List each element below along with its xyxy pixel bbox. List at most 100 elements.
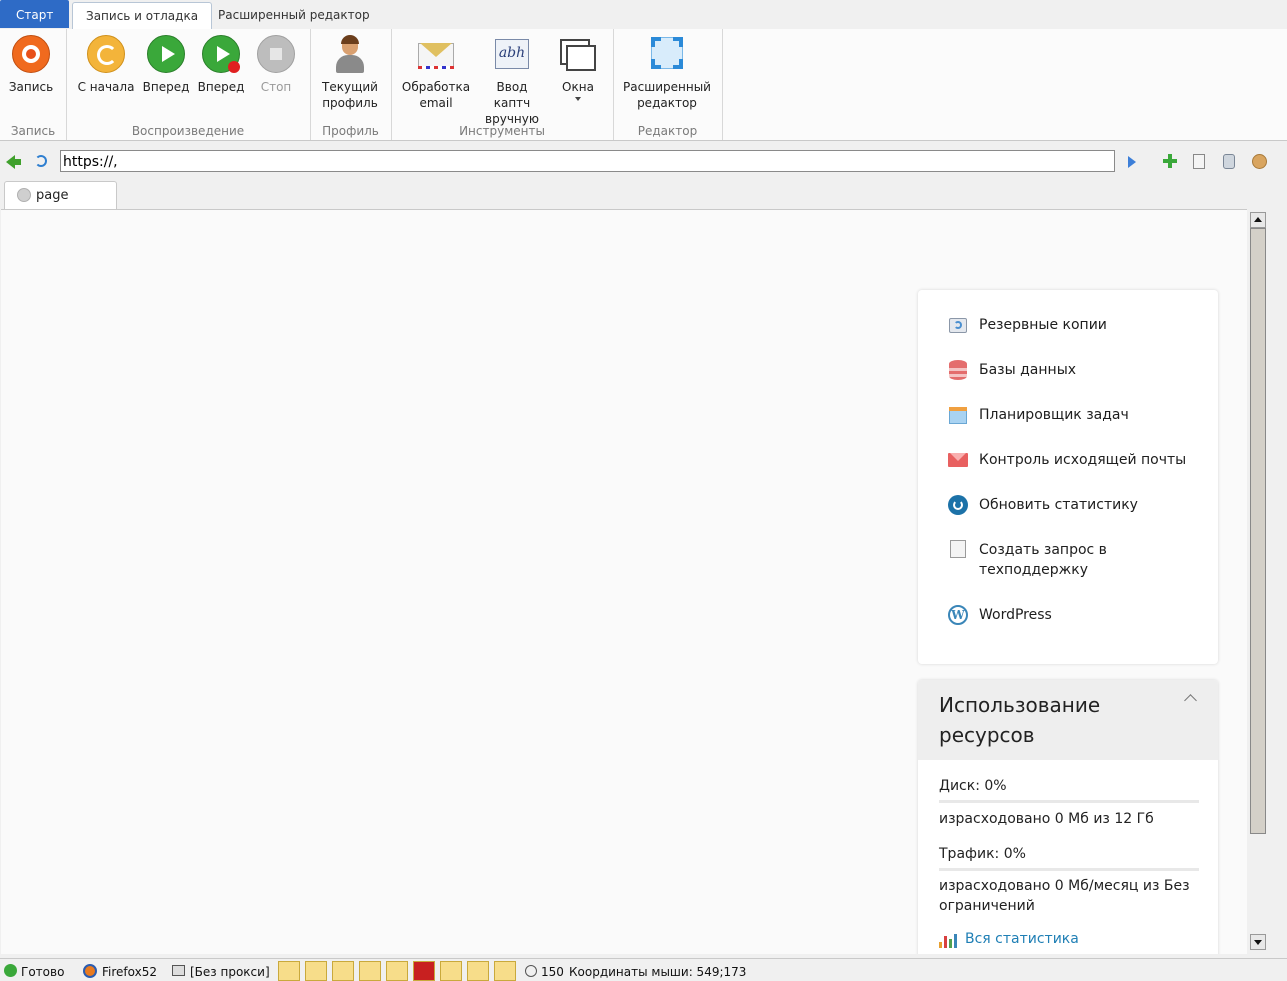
group-record: Запись Запись — [0, 29, 67, 140]
disk-used: израсходовано 0 Мб из 12 Гб — [939, 811, 1154, 827]
current-profile-label-2: профиль — [322, 96, 378, 110]
browser-viewport: Резервные копии Базы данных Планировщик … — [1, 209, 1247, 954]
chevron-up-icon[interactable] — [1184, 694, 1197, 707]
group-label-profile: Профиль — [322, 124, 379, 138]
status-ready: Готово — [21, 965, 65, 979]
group-editor: Расширенный редактор Редактор — [613, 29, 723, 140]
js-toggle-icon[interactable] — [386, 961, 408, 981]
support-icon — [948, 540, 968, 560]
refresh-icon[interactable] — [35, 155, 47, 167]
user-profile-icon — [330, 35, 370, 75]
ribbon-tabbar: Старт Запись и отладка Расширенный редак… — [0, 0, 1287, 30]
envelope-icon — [416, 35, 456, 75]
email-label-2: email — [419, 96, 453, 110]
popup-toggle-icon[interactable] — [440, 961, 462, 981]
current-profile-button[interactable]: Текущий профиль — [318, 35, 382, 111]
tab-start[interactable]: Старт — [0, 0, 70, 28]
calendar-icon — [948, 405, 968, 425]
record-button[interactable]: Запись — [5, 35, 57, 95]
storage-icon[interactable] — [1223, 154, 1235, 169]
restart-icon — [86, 35, 126, 75]
forward-button[interactable]: Вперед — [141, 35, 191, 95]
status-proxy[interactable]: [Без прокси] — [190, 964, 270, 980]
all-stats-link[interactable]: Вся статистика — [965, 931, 1079, 947]
vertical-scrollbar[interactable] — [1248, 210, 1268, 952]
menu-label-databases: Базы данных — [979, 362, 1077, 378]
menu-label-update-stats: Обновить статистику — [979, 497, 1138, 513]
windows-label: Окна — [562, 80, 594, 94]
css-toggle-icon[interactable] — [359, 961, 381, 981]
traffic-usage: Трафик: 0% — [939, 846, 1026, 862]
record-icon — [11, 35, 51, 75]
flash-toggle-icon[interactable] — [413, 961, 435, 981]
tab-advanced-editor[interactable]: Расширенный редактор — [205, 2, 383, 28]
group-profile: Текущий профиль Профиль — [310, 29, 392, 140]
forward-breakpoint-button[interactable]: Вперед — [196, 35, 246, 95]
page-source-icon[interactable] — [1193, 154, 1205, 169]
scroll-up-button[interactable] — [1250, 212, 1266, 228]
expand-icon — [647, 35, 687, 75]
frames-toggle-icon[interactable] — [305, 961, 327, 981]
backup-icon — [948, 315, 968, 335]
status-mouse-coords: Координаты мыши: 549;173 — [569, 965, 747, 979]
images-toggle-icon[interactable] — [278, 961, 300, 981]
play-icon — [146, 35, 186, 75]
tab-record-debug[interactable]: Запись и отладка — [72, 2, 213, 30]
mail-icon — [948, 450, 968, 470]
refresh-icon — [948, 495, 968, 515]
adv-editor-label-1: Расширенный — [623, 80, 711, 94]
chevron-down-icon — [575, 97, 581, 101]
menu-label-support: Создать запрос в техподдержку — [979, 542, 1107, 578]
ready-icon — [4, 964, 17, 977]
group-label-playback: Воспроизведение — [131, 124, 245, 138]
group-label-record: Запись — [10, 124, 56, 138]
email-processing-button[interactable]: Обработка email — [401, 35, 471, 111]
timer-icon — [525, 965, 537, 977]
resources-title: Использование ресурсов — [939, 693, 1101, 747]
back-arrow-tail — [14, 159, 21, 165]
windows-icon — [558, 35, 598, 75]
firefox-icon — [83, 964, 97, 978]
scroll-thumb[interactable] — [1250, 228, 1266, 834]
disk-progress — [939, 800, 1199, 803]
record-label: Запись — [8, 80, 54, 94]
scroll-down-button[interactable] — [1250, 934, 1266, 950]
forward-bp-label: Вперед — [197, 80, 245, 94]
from-start-button[interactable]: С начала — [76, 35, 136, 95]
stop-button[interactable]: Стоп — [251, 35, 301, 95]
java-toggle-icon[interactable] — [467, 961, 489, 981]
tab-page[interactable]: page — [4, 181, 117, 210]
group-label-tools: Инструменты — [459, 124, 545, 138]
from-start-label: С начала — [77, 80, 135, 94]
windows-dropdown-button[interactable]: Окна — [555, 35, 601, 101]
status-browser[interactable]: Firefox52 — [102, 964, 157, 980]
advanced-editor-button[interactable]: Расширенный редактор — [621, 35, 713, 111]
page-tab-label: page — [36, 188, 69, 203]
resources-header[interactable]: Использование ресурсов — [918, 680, 1218, 760]
database-icon — [948, 360, 968, 380]
bar-chart-icon — [939, 932, 959, 948]
media-toggle-icon[interactable] — [494, 961, 516, 981]
url-input[interactable]: https://, — [60, 150, 1115, 172]
plugins-toggle-icon[interactable] — [332, 961, 354, 981]
wordpress-icon: W — [948, 605, 968, 625]
email-label-1: Обработка — [401, 80, 471, 94]
play-breakpoint-icon — [201, 35, 241, 75]
status-bar: Готово Firefox52 [Без прокси] 150 Коорди… — [0, 958, 1287, 981]
globe-icon — [17, 188, 31, 202]
traffic-progress — [939, 868, 1199, 871]
traffic-used: израсходовано 0 Мб/месяц из Без ограниче… — [939, 878, 1190, 914]
stop-label: Стоп — [260, 80, 292, 94]
status-count: 150 — [541, 965, 564, 979]
forward-label: Вперед — [142, 80, 190, 94]
add-tab-icon[interactable] — [1163, 154, 1177, 168]
group-playback: С начала Вперед Вперед Стоп Воспроизведе… — [66, 29, 311, 140]
cookie-icon[interactable] — [1252, 154, 1267, 169]
current-profile-label-1: Текущий — [322, 80, 378, 94]
disk-usage: Диск: 0% — [939, 778, 1007, 794]
captcha-icon: abh — [492, 35, 532, 75]
captcha-label-1: Ввод каптч — [493, 80, 531, 110]
manual-captcha-button[interactable]: abh Ввод каптч вручную — [477, 35, 547, 127]
go-arrow-icon[interactable] — [1128, 156, 1136, 168]
menu-label-backups: Резервные копии — [979, 317, 1107, 333]
